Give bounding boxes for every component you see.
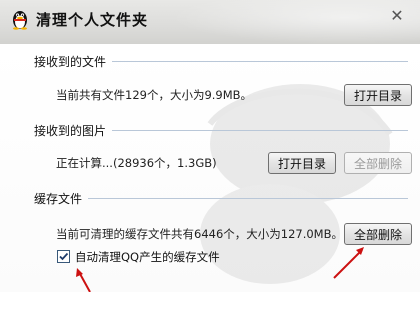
received-images-info: 正在计算...(28936个，1.3GB) bbox=[56, 156, 217, 170]
auto-clean-checkbox[interactable] bbox=[57, 250, 70, 263]
close-icon: ✕ bbox=[390, 6, 404, 25]
annotation-arrow-icon bbox=[76, 268, 91, 292]
annotation-arrow-icon bbox=[333, 247, 364, 279]
open-received-images-dir-button[interactable]: 打开目录 bbox=[268, 152, 336, 174]
received-files-info: 当前共有文件129个，大小为9.9MB。 bbox=[56, 88, 253, 102]
received-files-title: 接收到的文件 bbox=[34, 55, 107, 69]
cache-files-info: 当前可清理的缓存文件共有6446个，大小为127.0MB。 bbox=[56, 227, 343, 241]
received-images-title: 接收到的图片 bbox=[34, 124, 107, 138]
open-received-files-dir-button[interactable]: 打开目录 bbox=[344, 84, 412, 106]
close-button[interactable]: ✕ bbox=[386, 6, 408, 26]
received-images-divider bbox=[112, 130, 408, 131]
window-title: 清理个人文件夹 bbox=[36, 11, 149, 29]
checkmark-icon bbox=[59, 252, 69, 261]
delete-all-images-button[interactable]: 全部删除 bbox=[344, 152, 412, 174]
title-bar-decoration bbox=[170, 0, 420, 44]
auto-clean-label: 自动清理QQ产生的缓存文件 bbox=[75, 250, 220, 264]
cache-files-title: 缓存文件 bbox=[34, 192, 83, 206]
cache-files-divider bbox=[88, 198, 408, 199]
title-bar: 清理个人文件夹 ✕ bbox=[0, 0, 420, 44]
qq-penguin-icon bbox=[13, 11, 27, 30]
received-files-divider bbox=[112, 61, 408, 62]
